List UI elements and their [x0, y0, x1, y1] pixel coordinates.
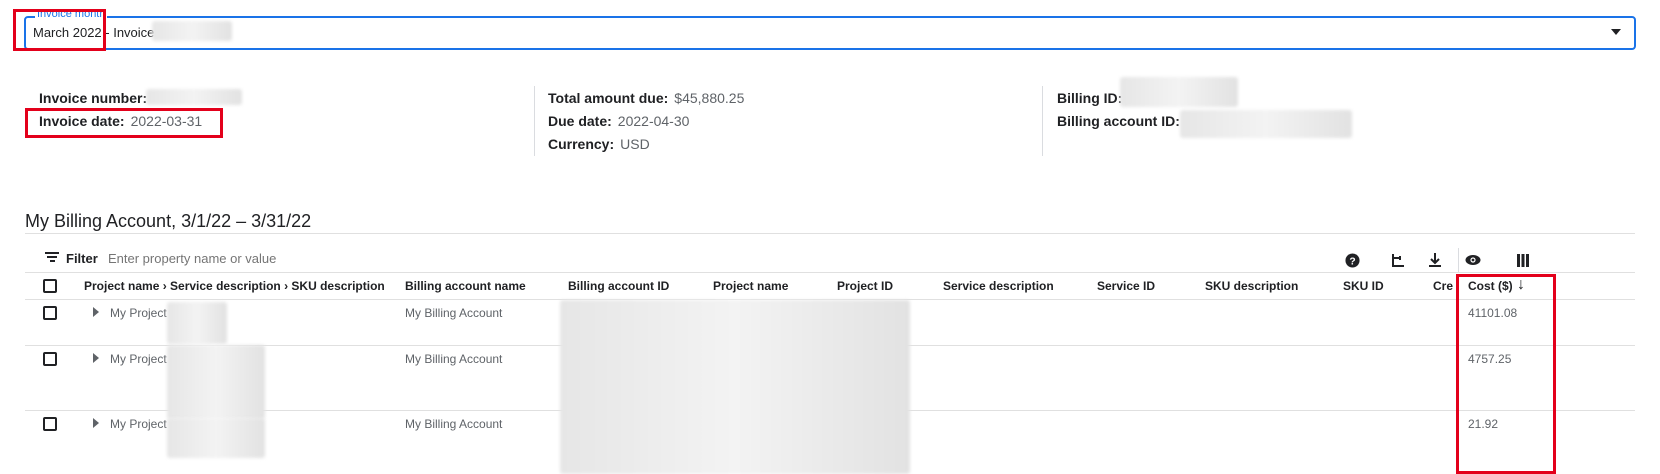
currency-value: USD: [620, 136, 650, 152]
row-billing-account-name: My Billing Account: [405, 306, 503, 320]
column-header-billing-account-id[interactable]: Billing account ID: [568, 279, 669, 293]
redacted-invoice-number: [146, 89, 242, 105]
row-project-name: My Project: [110, 417, 167, 431]
expand-caret-icon[interactable]: [93, 353, 99, 363]
invoice-number-label: Invoice number:: [39, 90, 148, 106]
billing-id-row: Billing ID:: [1057, 90, 1122, 106]
due-date-value: 2022-04-30: [617, 113, 690, 129]
redacted-project-suffix: [167, 345, 265, 419]
invoice-month-select[interactable]: [24, 16, 1636, 50]
summary-divider: [534, 86, 535, 156]
highlight-invoice-date: [25, 108, 223, 138]
filter-input[interactable]: [108, 251, 708, 266]
column-header-billing-account-name[interactable]: Billing account name: [405, 279, 526, 293]
billing-account-period-title: My Billing Account, 3/1/22 – 3/31/22: [25, 211, 312, 231]
highlight-cost-column: [1456, 274, 1556, 474]
title-divider: [25, 233, 1635, 234]
visibility-icon[interactable]: [1464, 251, 1482, 269]
group-by-icon[interactable]: [1389, 251, 1407, 269]
filter-icon[interactable]: [45, 252, 59, 262]
svg-text:?: ?: [1349, 256, 1355, 267]
column-header-service-id[interactable]: Service ID: [1097, 279, 1155, 293]
total-due-row: Total amount due: $45,880.25: [548, 90, 744, 106]
download-icon[interactable]: [1426, 251, 1444, 269]
invoice-number-row: Invoice number:: [39, 90, 147, 106]
row-checkbox[interactable]: [43, 417, 57, 431]
column-header-sku-description[interactable]: SKU description: [1205, 279, 1298, 293]
chevron-down-icon[interactable]: [1611, 29, 1621, 35]
row-project-name: My Project: [110, 306, 167, 320]
redacted-invoice-id: [152, 21, 232, 41]
row-billing-account-name: My Billing Account: [405, 352, 503, 366]
toolbar-divider: [1458, 248, 1459, 272]
due-date-label: Due date:: [548, 113, 612, 129]
highlight-invoice-month: [13, 9, 106, 51]
column-header-sku-id[interactable]: SKU ID: [1343, 279, 1384, 293]
redacted-id-columns: [560, 300, 910, 474]
row-checkbox[interactable]: [43, 352, 57, 366]
total-due-value: $45,880.25: [674, 90, 745, 106]
invoice-month-value-rest: - Invoice: [101, 25, 155, 40]
redacted-billing-id: [1120, 77, 1238, 107]
column-header-project-path[interactable]: Project name › Service description › SKU…: [84, 279, 385, 293]
billing-account-id-label: Billing account ID:: [1057, 113, 1180, 129]
select-all-checkbox[interactable]: [43, 279, 57, 293]
filter-label[interactable]: Filter: [66, 251, 98, 266]
billing-id-label: Billing ID:: [1057, 90, 1123, 106]
column-header-project-name[interactable]: Project name: [713, 279, 788, 293]
header-top-border: [25, 272, 1635, 273]
column-header-service-description[interactable]: Service description: [943, 279, 1054, 293]
billing-account-id-row: Billing account ID:: [1057, 113, 1180, 129]
row-checkbox[interactable]: [43, 306, 57, 320]
expand-caret-icon[interactable]: [93, 307, 99, 317]
columns-icon[interactable]: [1514, 251, 1532, 269]
column-header-credits[interactable]: Cre: [1433, 279, 1453, 293]
row-project-name: My Project: [110, 352, 167, 366]
expand-caret-icon[interactable]: [93, 418, 99, 428]
currency-label: Currency:: [548, 136, 615, 152]
currency-row: Currency: USD: [548, 136, 650, 152]
total-due-label: Total amount due:: [548, 90, 669, 106]
due-date-row: Due date: 2022-04-30: [548, 113, 689, 129]
row-billing-account-name: My Billing Account: [405, 417, 503, 431]
redacted-billing-account-id: [1180, 110, 1352, 138]
redacted-project-suffix: [167, 418, 265, 458]
column-header-project-id[interactable]: Project ID: [837, 279, 893, 293]
redacted-project-suffix: [167, 302, 227, 344]
help-icon[interactable]: ?: [1343, 251, 1361, 269]
summary-divider: [1042, 86, 1043, 156]
